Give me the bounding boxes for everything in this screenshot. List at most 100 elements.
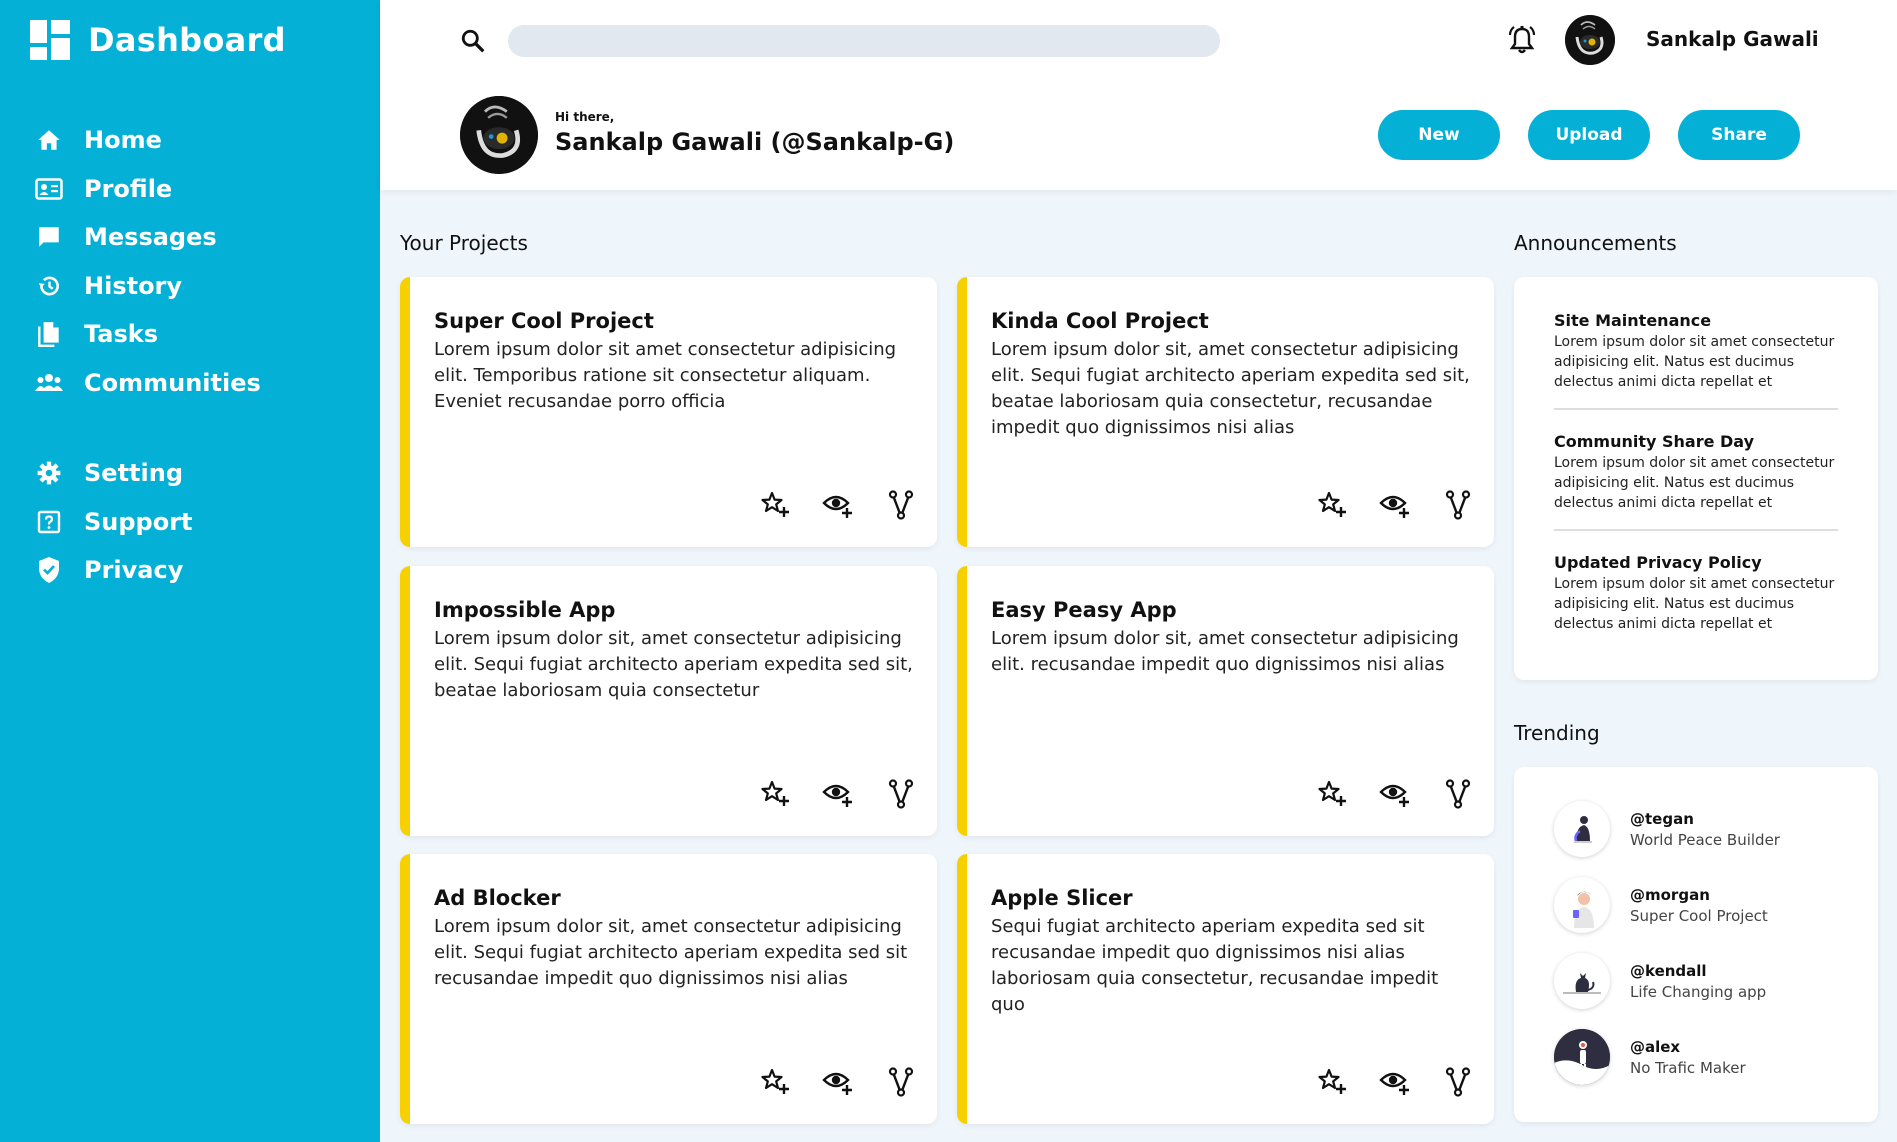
trending-desc: No Trafic Maker [1630,1058,1746,1077]
sidebar-item-setting[interactable]: Setting [34,449,354,498]
watch-eye-icon[interactable] [821,1065,854,1098]
sidebar-item-messages[interactable]: Messages [34,213,354,262]
avatar[interactable] [1565,15,1615,65]
trending-desc: Life Changing app [1630,982,1767,1001]
bell-notification-icon[interactable] [1506,24,1538,56]
announcement-body: Lorem ipsum dolor sit amet consectetur a… [1554,576,1835,632]
sidebar-item-label: Setting [84,459,183,488]
fork-icon[interactable] [884,488,917,521]
fork-icon[interactable] [884,777,917,810]
announcement-item[interactable]: Site Maintenance Lorem ipsum dolor sit a… [1554,289,1838,410]
project-actions [758,777,917,810]
profile-card-icon [34,174,64,204]
star-add-icon[interactable] [1315,777,1348,810]
share-button[interactable]: Share [1678,110,1800,160]
sidebar-item-tasks[interactable]: Tasks [34,310,354,359]
project-actions [1315,777,1474,810]
sidebar: Dashboard Home Profile Messages History [0,0,380,1142]
gear-icon [34,458,64,488]
sidebar-item-label: Communities [84,368,261,397]
project-card[interactable]: Easy Peasy App Lorem ipsum dolor sit, ame… [957,566,1494,836]
announcements-title: Announcements [1514,231,1677,255]
fork-icon[interactable] [884,1065,917,1098]
sidebar-item-history[interactable]: History [34,262,354,311]
fork-icon[interactable] [1441,777,1474,810]
project-actions [1315,1065,1474,1098]
help-icon [34,507,64,537]
sidebar-item-privacy[interactable]: Privacy [34,546,354,595]
star-add-icon[interactable] [758,777,791,810]
fork-icon[interactable] [1441,488,1474,521]
sidebar-nav: Home Profile Messages History Tasks Comm… [34,116,354,595]
avatar [1554,953,1610,1009]
project-actions [1315,488,1474,521]
project-card[interactable]: Ad Blocker Lorem ipsum dolor sit, amet co… [400,854,937,1124]
trending-handle: @morgan [1630,885,1710,904]
upload-button[interactable]: Upload [1528,110,1650,160]
trending-item[interactable]: @tegan World Peace Builder [1514,791,1878,867]
project-title: Ad Blocker [434,886,561,910]
trending-desc: Super Cool Project [1630,906,1768,925]
project-card[interactable]: Apple Slicer Sequi fugiat architecto aper… [957,854,1494,1124]
new-button[interactable]: New [1378,110,1500,160]
project-description: Lorem ipsum dolor sit, amet consectetur … [991,339,1470,438]
watch-eye-icon[interactable] [821,488,854,521]
brand[interactable]: Dashboard [30,20,286,60]
history-icon [34,271,64,301]
sidebar-item-label: Messages [84,223,217,252]
project-card[interactable]: Impossible App Lorem ipsum dolor sit, ame… [400,566,937,836]
announcement-title: Site Maintenance [1554,311,1712,330]
trending-panel: @tegan World Peace Builder @morgan Super… [1514,767,1878,1122]
sidebar-item-label: Tasks [84,320,159,349]
announcement-item[interactable]: Community Share Day Lorem ipsum dolor si… [1554,410,1838,531]
shield-icon [34,555,64,585]
watch-eye-icon[interactable] [1378,777,1411,810]
avatar [1554,1029,1610,1085]
project-description: Sequi fugiat architecto aperiam expedita… [991,916,1439,1015]
star-add-icon[interactable] [758,488,791,521]
projects-title: Your Projects [400,231,528,255]
sidebar-item-label: History [84,271,183,300]
trending-title: Trending [1514,721,1600,745]
people-group-icon [34,368,64,398]
profile-avatar[interactable] [460,96,538,174]
star-add-icon[interactable] [1315,488,1348,521]
project-description: Lorem ipsum dolor sit, amet consectetur … [991,628,1459,675]
announcement-title: Updated Privacy Policy [1554,553,1762,572]
watch-eye-icon[interactable] [1378,488,1411,521]
sidebar-item-communities[interactable]: Communities [34,359,354,408]
sidebar-item-profile[interactable]: Profile [34,165,354,214]
project-card[interactable]: Super Cool Project Lorem ipsum dolor sit … [400,277,937,547]
announcements-panel: Site Maintenance Lorem ipsum dolor sit a… [1514,277,1878,680]
trending-item[interactable]: @morgan Super Cool Project [1514,867,1878,943]
trending-item[interactable]: @alex No Trafic Maker [1514,1019,1878,1095]
project-description: Lorem ipsum dolor sit, amet consectetur … [434,916,908,989]
user-full-name: Sankalp Gawali (@Sankalp-G) [555,128,955,156]
project-title: Apple Slicer [991,886,1133,910]
search-input[interactable] [508,25,1220,57]
header: Sankalp Gawali Hi there, Sankalp Gawali … [380,0,1897,190]
watch-eye-icon[interactable] [821,777,854,810]
project-card[interactable]: Kinda Cool Project Lorem ipsum dolor sit,… [957,277,1494,547]
project-title: Easy Peasy App [991,598,1177,622]
sidebar-item-label: Profile [84,174,173,203]
announcement-body: Lorem ipsum dolor sit amet consectetur a… [1554,334,1835,390]
project-actions [758,1065,917,1098]
announcement-item[interactable]: Updated Privacy Policy Lorem ipsum dolor… [1554,531,1838,650]
fork-icon[interactable] [1441,1065,1474,1098]
avatar [1554,877,1610,933]
trending-item[interactable]: @kendall Life Changing app [1514,943,1878,1019]
document-icon [34,319,64,349]
user-name[interactable]: Sankalp Gawali [1646,27,1819,51]
project-title: Super Cool Project [434,309,654,333]
search-icon[interactable] [460,28,486,54]
sidebar-item-support[interactable]: Support [34,498,354,547]
sidebar-item-home[interactable]: Home [34,116,354,165]
avatar [1554,801,1610,857]
home-icon [34,125,64,155]
star-add-icon[interactable] [758,1065,791,1098]
star-add-icon[interactable] [1315,1065,1348,1098]
watch-eye-icon[interactable] [1378,1065,1411,1098]
sidebar-item-label: Home [84,126,162,155]
trending-handle: @tegan [1630,809,1694,828]
